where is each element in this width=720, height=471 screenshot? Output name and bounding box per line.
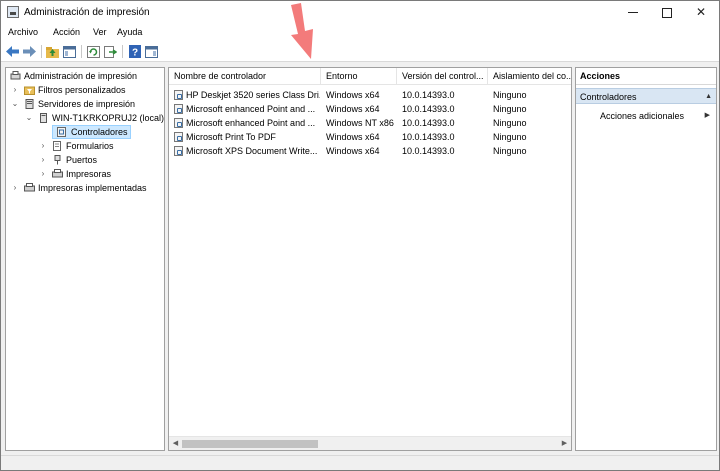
annotation-arrow-icon	[291, 3, 313, 59]
menu-ayuda[interactable]: Ayuda	[117, 27, 142, 37]
title-bar: Administración de impresión ✕	[1, 1, 719, 24]
help-icon: ?	[128, 45, 141, 59]
tree-node-printers[interactable]: › Impresoras	[8, 167, 164, 181]
actions-pane: Acciones Controladores ▲ Acciones adicio…	[575, 67, 717, 451]
table-row[interactable]: Microsoft enhanced Point and ... Windows…	[169, 102, 571, 116]
show-hide-action-pane-icon	[145, 45, 158, 58]
menu-accion[interactable]: Acción	[53, 27, 80, 37]
minimize-icon	[628, 12, 638, 14]
console-tree: Administración de impresión › Filtros pe…	[5, 67, 165, 451]
forward-button[interactable]	[22, 44, 37, 59]
toolbar-separator	[122, 45, 123, 58]
expand-arrow-icon[interactable]: ›	[38, 139, 48, 153]
svg-text:?: ?	[131, 48, 137, 59]
table-header: Nombre de controlador Entorno Versión de…	[169, 68, 571, 85]
server-icon	[40, 113, 47, 123]
driver-icon	[174, 146, 183, 156]
scroll-right-icon[interactable]: ▶	[560, 439, 569, 449]
refresh-button[interactable]	[86, 44, 101, 59]
collapse-caret-icon[interactable]: ▲	[705, 89, 712, 105]
toolbar-separator	[41, 45, 42, 58]
show-hide-action-pane-button[interactable]	[144, 44, 159, 59]
maximize-button[interactable]	[651, 1, 683, 24]
menu-archivo[interactable]: Archivo	[8, 27, 38, 37]
toolbar: ?	[1, 41, 719, 62]
driver-icon	[174, 132, 183, 142]
maximize-icon	[662, 7, 672, 18]
tree-node-ports[interactable]: › Puertos	[8, 153, 164, 167]
expand-arrow-icon[interactable]: ›	[10, 181, 20, 195]
expand-arrow-icon[interactable]: ›	[10, 83, 20, 97]
close-icon: ✕	[695, 5, 707, 19]
collapse-arrow-icon[interactable]: ⌄	[10, 97, 20, 111]
expand-arrow-icon[interactable]: ›	[38, 167, 48, 181]
ports-icon	[54, 155, 61, 165]
up-one-level-button[interactable]	[45, 44, 60, 59]
back-button[interactable]	[5, 44, 20, 59]
table-row[interactable]: Microsoft enhanced Point and ... Windows…	[169, 116, 571, 130]
actions-section-drivers[interactable]: Controladores ▲	[576, 88, 716, 104]
tree-node-drivers[interactable]: Controladores	[8, 125, 164, 139]
menu-bar: Archivo Acción Ver Ayuda	[1, 24, 719, 41]
column-header-environment[interactable]: Entorno	[321, 68, 397, 85]
print-management-window: Administración de impresión ✕ Archivo Ac…	[0, 0, 720, 471]
refresh-icon	[87, 45, 100, 58]
tree-node-deployed-printers[interactable]: › Impresoras implementadas	[8, 181, 164, 195]
menu-ver[interactable]: Ver	[93, 27, 107, 37]
collapse-arrow-icon[interactable]: ⌄	[24, 111, 34, 125]
up-folder-icon	[46, 46, 59, 58]
tree-node-forms[interactable]: › Formularios	[8, 139, 164, 153]
driver-icon	[174, 118, 183, 128]
driver-icon	[174, 90, 183, 100]
deployed-printers-icon	[24, 183, 35, 192]
tree-node-root[interactable]: Administración de impresión	[8, 69, 164, 83]
servers-icon	[25, 99, 34, 109]
actions-header: Acciones	[576, 68, 716, 85]
driver-icon	[174, 104, 183, 114]
print-management-icon	[10, 71, 21, 80]
column-header-driver-isolation[interactable]: Aislamiento del co...	[488, 68, 571, 85]
forms-icon	[53, 141, 61, 151]
table-row[interactable]: HP Deskjet 3520 series Class Dri... Wind…	[169, 88, 571, 102]
tree-node-custom-filters[interactable]: › Filtros personalizados	[8, 83, 164, 97]
close-button[interactable]: ✕	[685, 1, 717, 24]
show-hide-console-tree-button[interactable]	[62, 44, 77, 59]
expand-arrow-icon[interactable]: ›	[38, 153, 48, 167]
help-button[interactable]: ?	[127, 44, 142, 59]
printer-app-icon	[7, 6, 19, 18]
window-title: Administración de impresión	[24, 7, 150, 18]
forward-icon	[23, 46, 36, 57]
scrollbar-thumb[interactable]	[182, 440, 318, 448]
status-bar	[1, 455, 719, 470]
column-header-driver-name[interactable]: Nombre de controlador	[169, 68, 321, 85]
drivers-icon	[57, 127, 66, 137]
drivers-list: Nombre de controlador Entorno Versión de…	[168, 67, 572, 451]
submenu-arrow-icon: ▶	[704, 112, 710, 119]
printers-icon	[52, 169, 63, 178]
scroll-left-icon[interactable]: ◀	[171, 439, 180, 449]
tree-node-print-servers[interactable]: ⌄ Servidores de impresión	[8, 97, 164, 111]
more-actions-item[interactable]: Acciones adicionales ▶	[600, 109, 714, 123]
horizontal-scrollbar[interactable]: ◀ ▶	[169, 436, 571, 450]
back-icon	[6, 46, 19, 57]
minimize-button[interactable]	[617, 1, 649, 24]
show-hide-tree-icon	[63, 45, 76, 58]
toolbar-separator	[81, 45, 82, 58]
export-list-icon	[104, 45, 117, 58]
table-row[interactable]: Microsoft Print To PDF Windows x64 10.0.…	[169, 130, 571, 144]
column-header-driver-version[interactable]: Versión del control...	[397, 68, 488, 85]
export-list-button[interactable]	[103, 44, 118, 59]
table-row[interactable]: Microsoft XPS Document Write... Windows …	[169, 144, 571, 158]
filter-folder-icon	[24, 86, 35, 95]
tree-node-server[interactable]: ⌄ WIN-T1KRKOPRUJ2 (local)	[8, 111, 164, 125]
